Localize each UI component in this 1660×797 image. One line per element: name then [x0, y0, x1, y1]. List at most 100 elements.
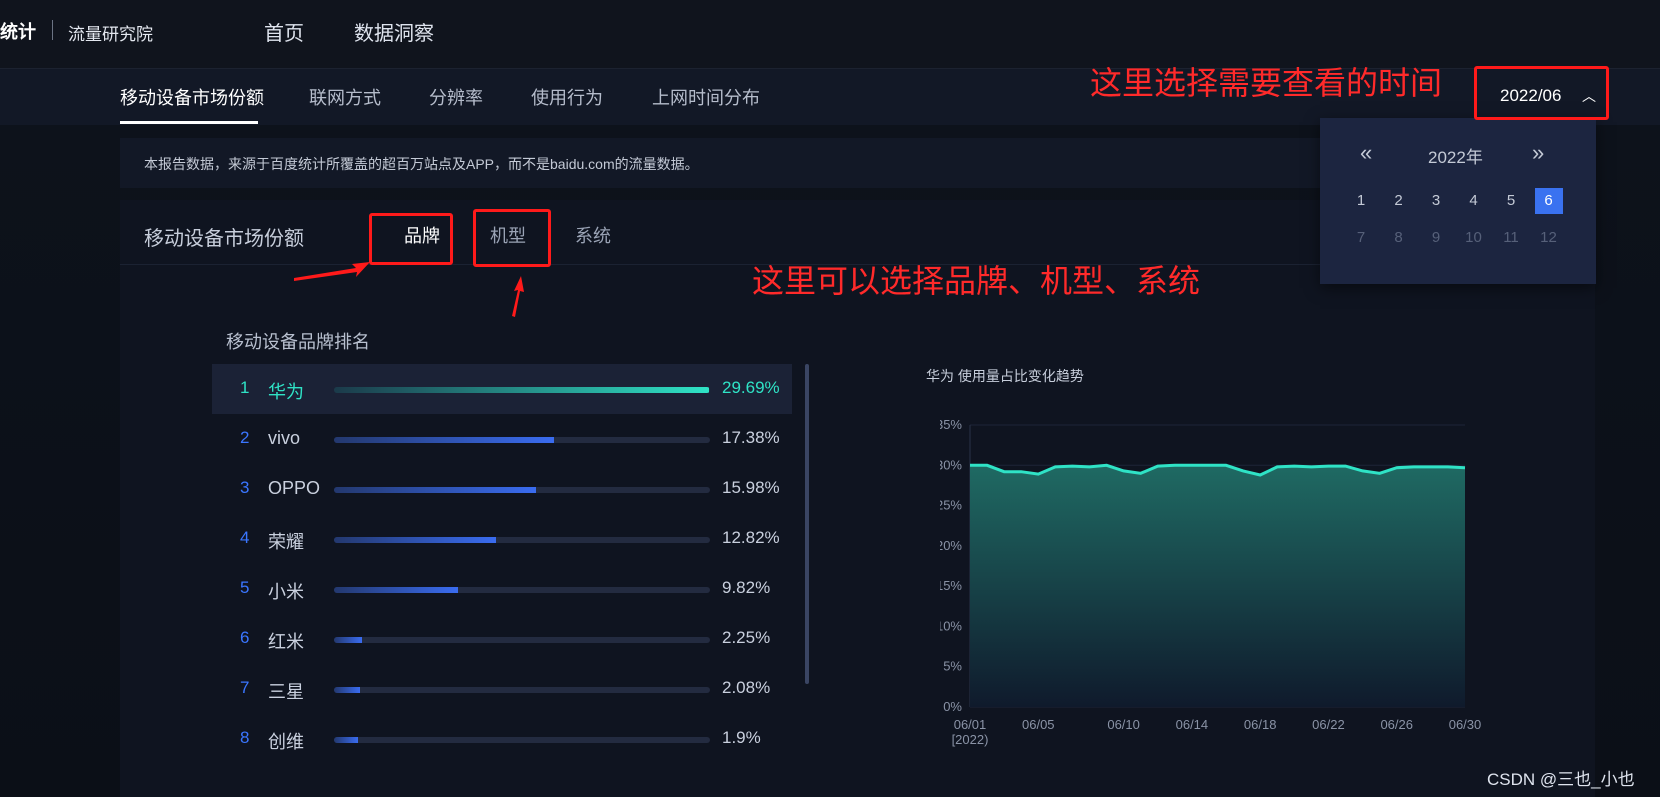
brand-name: 荣耀 [268, 532, 304, 552]
share-percentage: 17.38% [722, 428, 780, 447]
x-tick-label: 06/26 [1380, 717, 1413, 732]
y-tick-label: 30% [940, 457, 962, 472]
watermark: CSDN @三也_小也 [1487, 770, 1635, 789]
share-percentage: 2.08% [722, 678, 771, 697]
x-tick-label: 06/30 [1449, 717, 1482, 732]
y-tick-label: 5% [943, 659, 962, 674]
brand-name: OPPO [268, 478, 321, 498]
share-bar-track [334, 537, 710, 543]
month-option[interactable]: 7 [1347, 225, 1375, 251]
rank-number: 5 [240, 578, 250, 597]
nav-data-insight[interactable]: 数据洞察 [354, 17, 434, 46]
share-bar-fill [334, 537, 497, 543]
nav-home[interactable]: 首页 [264, 17, 304, 46]
rank-number: 4 [240, 528, 250, 547]
usage-trend-chart: 0% 5% 10% 15% 20% 25% 30% 35% 06/01 06/05 06/10 06/… [940, 417, 1482, 747]
panel-title: 移动设备市场份额 [144, 228, 304, 250]
share-bar-fill [334, 687, 361, 693]
rank-number: 6 [240, 628, 250, 647]
annotation-box-brand [369, 213, 453, 265]
list-item[interactable]: 6 红米 2.25% [212, 614, 792, 664]
month-option[interactable]: 10 [1460, 225, 1488, 251]
list-item[interactable]: 3 OPPO 15.98% [212, 464, 792, 514]
brand-name: 华为 [268, 382, 304, 402]
annotation-tab-hint: 这里可以选择品牌、机型、系统 [752, 263, 1201, 299]
brand-name: 创维 [268, 732, 304, 752]
share-bar-fill [334, 637, 363, 643]
share-percentage: 12.82% [722, 528, 780, 547]
x-tick-label: 06/05 [1022, 717, 1055, 732]
x-tick-label: 06/14 [1176, 717, 1209, 732]
month-option[interactable]: 12 [1535, 225, 1563, 251]
brand-name: 小米 [268, 582, 304, 602]
y-tick-label: 10% [940, 618, 962, 633]
list-item[interactable]: 8 创维 1.9% [212, 714, 792, 764]
month-option[interactable]: 9 [1422, 225, 1450, 251]
year-label: 2022年 [1428, 148, 1483, 167]
month-option[interactable]: 1 [1347, 188, 1375, 214]
x-tick-label: 06/22 [1312, 717, 1345, 732]
month-option[interactable]: 2 [1385, 188, 1413, 214]
double-chevron-right-icon[interactable]: » [1532, 140, 1544, 166]
month-option[interactable]: 8 [1385, 225, 1413, 251]
rank-number: 7 [240, 678, 250, 697]
share-bar-fill [334, 437, 554, 443]
y-tick-label: 20% [940, 538, 962, 553]
share-percentage: 1.9% [722, 728, 761, 747]
y-tick-label: 15% [940, 578, 962, 593]
brand-name: vivo [268, 428, 301, 448]
rank-number: 1 [240, 378, 250, 397]
share-percentage: 15.98% [722, 478, 780, 497]
month-option[interactable]: 3 [1422, 188, 1450, 214]
list-item[interactable]: 4 荣耀 12.82% [212, 514, 792, 564]
share-percentage: 9.82% [722, 578, 771, 597]
month-option[interactable]: 5 [1497, 188, 1525, 214]
ranking-scrollbar[interactable] [805, 364, 809, 684]
logo-divider [52, 20, 53, 40]
rank-number: 8 [240, 728, 250, 747]
share-bar-fill [334, 587, 459, 593]
brand-name: 三星 [268, 682, 304, 702]
x-year-label: [2022) [952, 732, 989, 747]
list-item[interactable]: 2 vivo 17.38% [212, 414, 792, 464]
month-option[interactable]: 6 [1534, 188, 1563, 214]
tab-system[interactable]: 系统 [575, 222, 611, 248]
share-percentage: 2.25% [722, 628, 771, 647]
notice-text: 本报告数据，来源于百度统计所覆盖的超百万站点及APP，而不是baidu.com的… [144, 156, 699, 172]
y-tick-label: 0% [943, 699, 962, 714]
subtab-network[interactable]: 联网方式 [309, 84, 381, 110]
y-tick-label: 25% [940, 498, 962, 513]
subtab-usage[interactable]: 使用行为 [531, 84, 603, 110]
share-bar-track [334, 587, 710, 593]
chart-title: 华为 使用量占比变化趋势 [926, 368, 1084, 384]
x-tick-label: 06/01 [954, 717, 987, 732]
share-bar-fill [334, 387, 710, 393]
x-tick-label: 06/18 [1244, 717, 1277, 732]
share-bar-fill [334, 737, 358, 743]
subtab-online-time[interactable]: 上网时间分布 [652, 84, 760, 110]
annotation-box-model [473, 209, 551, 267]
month-option[interactable]: 11 [1497, 225, 1525, 251]
month-option[interactable]: 4 [1460, 188, 1488, 214]
logo[interactable]: 统计 [0, 18, 36, 44]
double-chevron-left-icon[interactable]: « [1360, 140, 1372, 166]
subtab-resolution[interactable]: 分辨率 [429, 84, 483, 110]
annotation-box-date [1474, 66, 1609, 120]
active-tab-indicator [120, 121, 258, 124]
site-name[interactable]: 流量研究院 [68, 20, 153, 45]
rank-number: 3 [240, 478, 250, 497]
list-item[interactable]: 5 小米 9.82% [212, 564, 792, 614]
subtab-market-share[interactable]: 移动设备市场份额 [120, 84, 264, 110]
list-item[interactable]: 1 华为 29.69% [212, 364, 792, 414]
share-bar-track [334, 737, 710, 743]
x-tick-label: 06/10 [1107, 717, 1140, 732]
brand-name: 红米 [268, 632, 304, 652]
share-bar-track [334, 387, 710, 393]
trend-area [970, 465, 1465, 707]
list-item[interactable]: 7 三星 2.08% [212, 664, 792, 714]
share-percentage: 29.69% [722, 378, 780, 397]
share-bar-fill [334, 487, 536, 493]
month-dropdown: « 2022年 » 1 2 3 4 5 6 7 8 9 10 11 12 [1320, 118, 1596, 284]
annotation-time-hint: 这里选择需要查看的时间 [1090, 65, 1443, 101]
rank-number: 2 [240, 428, 250, 447]
